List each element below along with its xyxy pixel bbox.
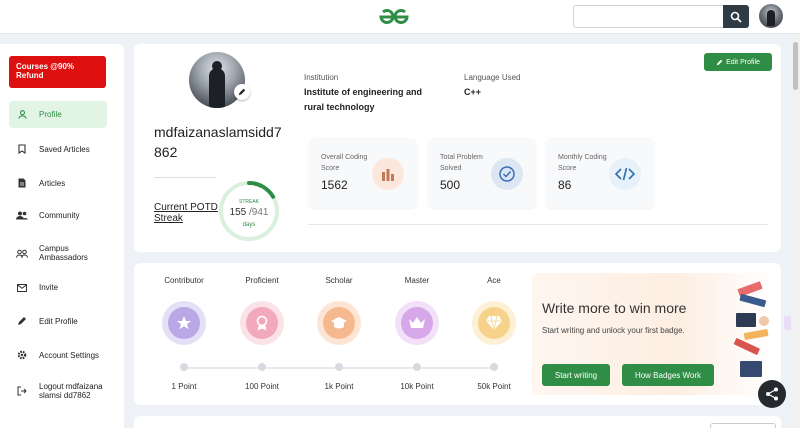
stat-label: Total Problem Solved	[440, 154, 483, 172]
badge-progress-dot	[490, 363, 498, 371]
badge-progress-dot	[258, 363, 266, 371]
badge-name: Scholar	[325, 276, 353, 285]
institution-value: Institute of engineering and rural techn…	[304, 87, 423, 112]
streak-unit: days	[242, 222, 256, 228]
streak-label: STREAK	[238, 199, 259, 205]
sidebar-item-label: Saved Articles	[39, 144, 90, 154]
sidebar-item-account-settings[interactable]: Account Settings	[9, 350, 107, 360]
sidebar-item-label: Invite	[39, 283, 59, 292]
streak-value: 155 /941	[229, 207, 269, 218]
section-action-button[interactable]	[710, 423, 776, 428]
stat-value: 86	[558, 178, 572, 192]
next-section-card	[134, 416, 781, 428]
profile-card: mdfaizanaslamsidd7862 Current POTD Strea…	[134, 44, 781, 252]
badge-points: 100 Point	[245, 382, 279, 391]
share-button[interactable]	[758, 380, 786, 408]
badge-points: 1k Point	[324, 382, 354, 391]
share-icon	[766, 387, 778, 401]
pencil-icon	[716, 59, 723, 65]
sidebar-item-edit-profile[interactable]: Edit Profile	[9, 316, 107, 326]
bookmark-icon	[15, 144, 29, 154]
start-writing-button[interactable]: Start writing	[542, 364, 610, 386]
pencil-icon	[238, 88, 246, 96]
code-icon	[609, 158, 641, 190]
sidebar-item-invite[interactable]: Invite	[9, 283, 107, 292]
badge-progress-dot	[335, 363, 343, 371]
badge-name: Ace	[487, 276, 501, 285]
stat-value: 500	[440, 178, 461, 192]
people-icon	[15, 211, 29, 220]
search-button[interactable]	[723, 5, 749, 28]
gear-icon	[15, 350, 29, 360]
user-icon	[15, 110, 29, 119]
pencil-icon	[15, 316, 29, 326]
star-icon	[162, 301, 206, 345]
stat-monthly-coding-score: Monthly Coding Score 86	[546, 138, 654, 208]
courses-promo-button[interactable]: Courses @90% Refund	[9, 56, 106, 88]
sidebar-item-articles[interactable]: Articles	[9, 178, 107, 188]
edit-profile-label: Edit Profile	[726, 58, 760, 66]
sidebar-item-label: Campus Ambassadors	[39, 244, 88, 262]
write-more-banner: Write more to win more Start writing and…	[532, 273, 772, 395]
badge-name: Proficient	[245, 276, 279, 285]
streak-counter: STREAK 155 /941 days	[218, 180, 280, 242]
badge-name: Contributor	[164, 276, 204, 285]
profile-avatar	[189, 52, 245, 108]
logout-icon	[15, 386, 29, 396]
sidebar-item-saved-articles[interactable]: Saved Articles	[9, 144, 107, 154]
badge-progress-dot	[180, 363, 188, 371]
user-avatar[interactable]	[759, 4, 783, 28]
badge-points: 50k Point	[477, 382, 511, 391]
stat-label: Overall Coding Score	[321, 154, 368, 172]
sidebar-item-community[interactable]: Community	[9, 211, 107, 220]
stat-value: 1562	[321, 178, 348, 192]
search-input[interactable]	[573, 5, 723, 28]
bar-chart-icon	[372, 158, 404, 190]
badges-card: Contributor 1 Point Proficient 100 Point…	[134, 263, 781, 405]
crown-icon	[395, 301, 439, 345]
badge-points: 10k Point	[400, 382, 434, 391]
top-navbar	[0, 0, 800, 34]
mail-icon	[15, 283, 29, 292]
books-illustration	[733, 281, 769, 377]
diamond-icon	[472, 301, 516, 345]
sidebar-item-label: Articles	[39, 178, 66, 188]
potd-streak-label[interactable]: Current POTD Streak	[154, 202, 218, 224]
sidebar-item-label: Profile	[39, 110, 62, 119]
sidebar: Courses @90% Refund Profile Saved Articl…	[0, 44, 124, 428]
how-badges-work-button[interactable]: How Badges Work	[622, 364, 714, 386]
sidebar-item-label: Account Settings	[39, 350, 100, 360]
document-icon	[15, 178, 29, 188]
sidebar-item-label: Community	[39, 211, 80, 220]
sidebar-item-campus-ambassadors[interactable]: Campus Ambassadors	[9, 244, 107, 262]
sidebar-item-label: Edit Profile	[39, 316, 78, 326]
graduation-cap-icon	[317, 301, 361, 345]
sidebar-item-profile[interactable]: Profile	[9, 101, 107, 128]
check-circle-icon	[491, 158, 523, 190]
stat-total-problem-solved: Total Problem Solved 500	[428, 138, 536, 208]
institution-label: Institution	[304, 73, 339, 82]
profile-username: mdfaizanaslamsidd7862	[154, 124, 282, 160]
edit-profile-button[interactable]: Edit Profile	[704, 53, 772, 71]
group-icon	[15, 249, 29, 258]
stat-label: Monthly Coding Score	[558, 154, 607, 172]
write-subtitle: Start writing and unlock your first badg…	[542, 326, 685, 335]
divider	[154, 177, 216, 178]
badge-name: Master	[404, 276, 430, 285]
sidebar-item-logout[interactable]: Logout mdfaizanaslamsi dd7862	[9, 382, 107, 400]
badge-points: 1 Point	[171, 382, 197, 391]
stat-overall-coding-score: Overall Coding Score 1562	[309, 138, 417, 208]
language-label: Language Used	[464, 73, 521, 82]
sidebar-item-label: Logout mdfaizanaslamsi dd7862	[39, 382, 103, 400]
scrollbar-thumb[interactable]	[793, 42, 798, 90]
badge-progress-dot	[413, 363, 421, 371]
search-icon	[730, 11, 742, 23]
edit-avatar-button[interactable]	[234, 84, 250, 100]
geeksforgeeks-logo-icon[interactable]	[374, 6, 414, 28]
language-value: C++	[464, 87, 482, 97]
write-title: Write more to win more	[542, 300, 687, 316]
divider	[308, 224, 768, 225]
ribbon-icon	[240, 301, 284, 345]
page-scrollbar[interactable]	[791, 34, 800, 428]
